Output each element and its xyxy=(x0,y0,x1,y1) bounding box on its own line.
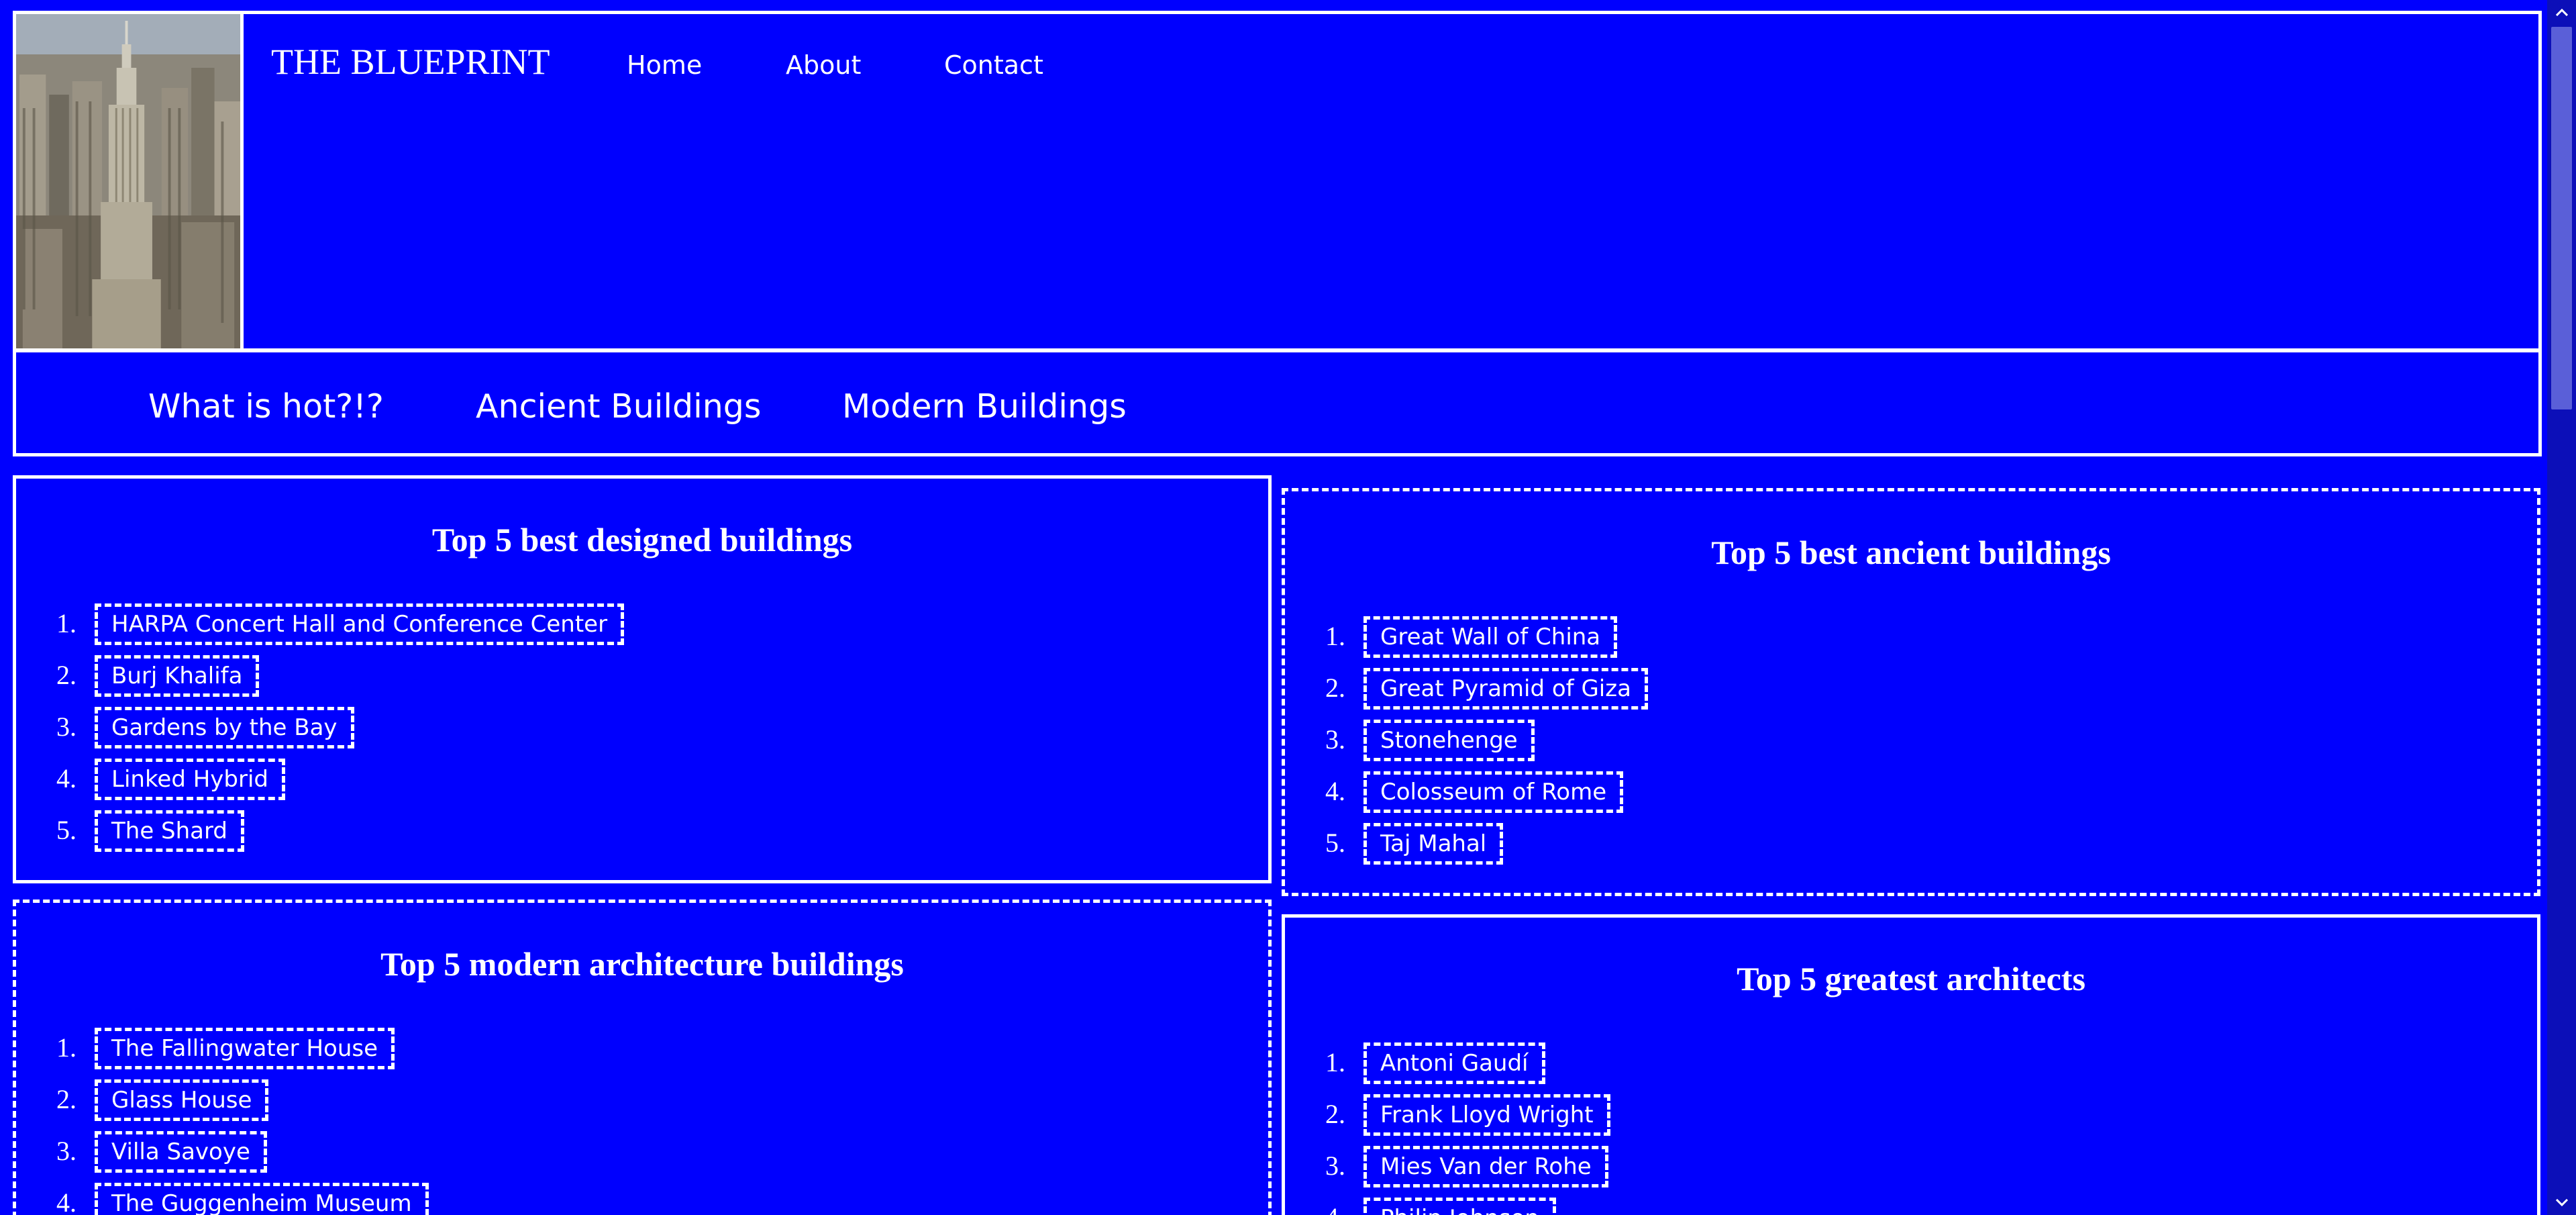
page: THE BLUEPRINT Home About Contact What is… xyxy=(0,0,2576,1215)
logo-image xyxy=(16,14,244,348)
item-number: 2. xyxy=(56,1084,76,1114)
building-link[interactable]: The Fallingwater House xyxy=(95,1028,395,1069)
panel-modern-architecture: Top 5 modern architecture buildings 1. T… xyxy=(13,900,1272,1215)
chevron-down-icon[interactable] xyxy=(2547,1191,2576,1215)
building-link[interactable]: Taj Mahal xyxy=(1363,823,1504,865)
item-number: 3. xyxy=(56,1136,76,1166)
building-link[interactable]: Burj Khalifa xyxy=(95,655,260,697)
architect-link[interactable]: Philip Johnson xyxy=(1363,1198,1556,1215)
nav-ancient-buildings-link[interactable]: Ancient Buildings xyxy=(476,387,761,426)
nav-modern-buildings-link[interactable]: Modern Buildings xyxy=(842,387,1127,426)
chevron-up-icon[interactable] xyxy=(2547,0,2576,24)
skyline-photo-icon xyxy=(16,14,240,348)
panel-title: Top 5 greatest architects xyxy=(1737,960,2085,998)
panel-title: Top 5 best ancient buildings xyxy=(1711,534,2111,571)
scrollbar-thumb[interactable] xyxy=(2551,27,2572,409)
nav-what-is-hot-link[interactable]: What is hot?!? xyxy=(148,387,384,426)
building-link[interactable]: The Guggenheim Museum xyxy=(95,1183,429,1215)
item-number: 2. xyxy=(1325,673,1345,703)
building-link[interactable]: Great Pyramid of Giza xyxy=(1363,668,1648,710)
item-number: 4. xyxy=(1325,1202,1345,1215)
item-number: 3. xyxy=(56,712,76,742)
item-number: 5. xyxy=(1325,828,1345,858)
building-link[interactable]: Great Wall of China xyxy=(1363,616,1618,658)
architect-link[interactable]: Mies Van der Rohe xyxy=(1363,1146,1608,1187)
item-number: 3. xyxy=(1325,1151,1345,1181)
building-link[interactable]: Villa Savoye xyxy=(95,1131,267,1173)
architect-link[interactable]: Antoni Gaudí xyxy=(1363,1042,1545,1084)
item-number: 4. xyxy=(56,1187,76,1215)
panel-title: Top 5 modern architecture buildings xyxy=(380,945,904,983)
building-link[interactable]: Glass House xyxy=(95,1079,269,1121)
building-link[interactable]: Gardens by the Bay xyxy=(95,707,354,748)
item-number: 5. xyxy=(56,815,76,845)
nav-contact-link[interactable]: Contact xyxy=(944,50,1043,80)
panel-greatest-architects: Top 5 greatest architects 1. Antoni Gaud… xyxy=(1282,914,2540,1215)
site-title: THE BLUEPRINT xyxy=(271,42,550,82)
nav-home-link[interactable]: Home xyxy=(627,50,702,80)
panel-best-ancient: Top 5 best ancient buildings 1. Great Wa… xyxy=(1282,488,2540,896)
item-number: 1. xyxy=(1325,1047,1345,1077)
category-nav: What is hot?!? Ancient Buildings Modern … xyxy=(13,349,2542,456)
building-link[interactable]: HARPA Concert Hall and Conference Center xyxy=(95,603,625,645)
item-number: 2. xyxy=(56,660,76,690)
building-link[interactable]: Linked Hybrid xyxy=(95,759,285,800)
item-number: 1. xyxy=(1325,621,1345,651)
item-number: 3. xyxy=(1325,724,1345,755)
building-link[interactable]: Colosseum of Rome xyxy=(1363,771,1624,813)
nav-about-link[interactable]: About xyxy=(786,50,861,80)
architect-link[interactable]: Frank Lloyd Wright xyxy=(1363,1094,1610,1136)
item-number: 2. xyxy=(1325,1099,1345,1129)
item-number: 1. xyxy=(56,1032,76,1063)
item-number: 4. xyxy=(1325,776,1345,806)
building-link[interactable]: Stonehenge xyxy=(1363,720,1535,761)
item-number: 1. xyxy=(56,608,76,638)
vertical-scrollbar[interactable] xyxy=(2547,0,2576,1215)
site-header: THE BLUEPRINT Home About Contact xyxy=(13,11,2542,352)
panel-title: Top 5 best designed buildings xyxy=(431,521,853,558)
panel-best-designed: Top 5 best designed buildings 1. HARPA C… xyxy=(13,475,1272,883)
building-link[interactable]: The Shard xyxy=(95,810,244,852)
item-number: 4. xyxy=(56,763,76,793)
